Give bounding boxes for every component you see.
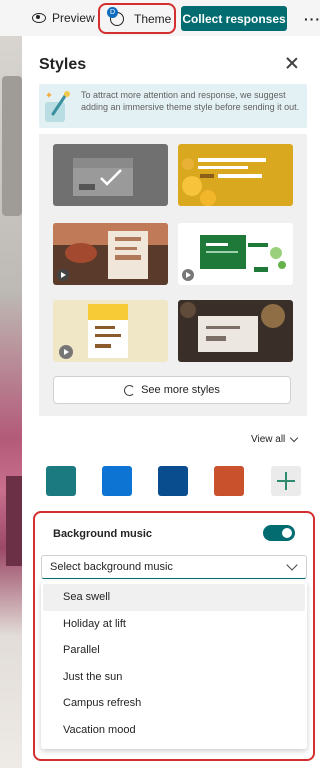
view-all-button[interactable]: View all [251,433,299,445]
chevron-down-icon [286,559,298,571]
tip-text: To attract more attention and response, … [81,90,300,112]
music-option[interactable]: Parallel [43,637,305,664]
color-swatch[interactable] [102,466,132,496]
palette-icon: D [107,6,124,26]
style-thumbnail-yellow-emoji[interactable] [178,144,293,206]
preview-button[interactable]: Preview [32,6,95,30]
theme-badge: D [107,6,118,18]
tip-banner: To attract more attention and response, … [39,84,307,128]
music-select[interactable]: Select background music [41,555,307,579]
top-toolbar: Preview D Theme Collect responses ··· [0,0,320,36]
form-background-image [0,36,22,768]
styles-gallery: See more styles [39,134,307,416]
close-icon[interactable] [284,56,300,72]
theme-button[interactable]: D Theme [98,3,176,34]
preview-label: Preview [52,11,95,25]
panel-title: Styles [39,56,87,73]
music-option[interactable]: Vacation mood [43,717,305,744]
view-all-label: View all [251,434,286,445]
background-shape [2,76,22,216]
music-select-placeholder: Select background music [50,561,173,573]
see-more-label: See more styles [141,384,220,396]
theme-label: Theme [134,11,172,26]
music-option[interactable]: Holiday at lift [43,611,305,638]
background-music-label: Background music [53,528,153,540]
music-option[interactable]: Sea swell [43,584,305,611]
more-options-icon[interactable]: ··· [304,7,320,31]
see-more-styles-button[interactable]: See more styles [53,376,291,404]
music-dropdown: Sea swell Holiday at lift Parallel Just … [41,581,307,749]
chevron-down-icon [290,433,299,443]
style-thumbnail-dark-bokeh[interactable] [178,300,293,362]
background-shape [6,476,22,566]
style-thumbnail-green[interactable] [178,223,293,285]
color-swatch[interactable] [46,466,76,496]
collect-responses-button[interactable]: Collect responses [181,6,287,31]
style-thumbnail-yellow-pattern[interactable] [53,300,168,362]
refresh-icon [124,384,136,396]
music-option[interactable]: Campus refresh [43,690,305,717]
background-music-section: Background music Select background music… [33,511,315,761]
eye-icon [32,13,46,23]
add-color-icon[interactable] [271,466,301,496]
color-swatch[interactable] [214,466,244,496]
color-swatch[interactable] [158,466,188,496]
style-thumbnail-gray[interactable] [53,144,168,206]
paintbrush-icon [45,91,70,122]
music-option[interactable]: Just the sun [43,664,305,691]
styles-panel: Styles To attract more attention and res… [22,36,320,768]
style-thumbnail-dessert[interactable] [53,223,168,285]
background-music-toggle[interactable] [263,525,295,541]
